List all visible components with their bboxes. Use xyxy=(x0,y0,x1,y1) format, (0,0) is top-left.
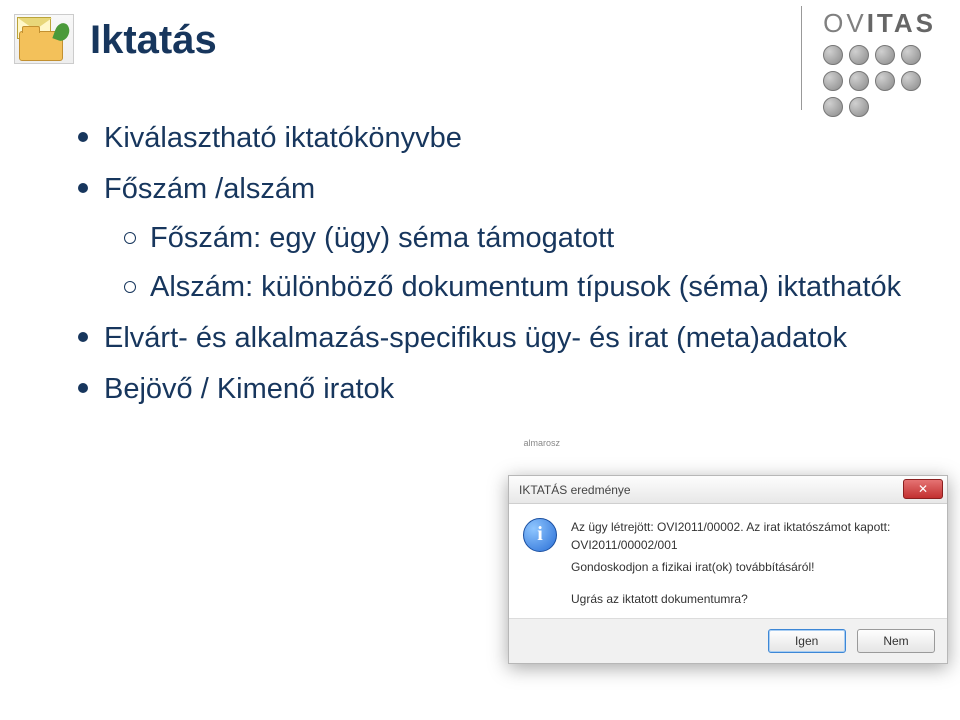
brand-dot xyxy=(901,45,921,65)
bullet-text: Bejövő / Kimenő iratok xyxy=(104,373,394,405)
bullet-text: Kiválasztható iktatókönyvbe xyxy=(104,122,462,154)
brand-dot xyxy=(823,45,843,65)
bullet-list: Kiválasztható iktatókönyvbe Főszám /alsz… xyxy=(78,116,918,418)
bullet-item: Főszám /alszám Főszám: egy (ügy) séma tá… xyxy=(78,167,918,310)
bullet-item: Bejövő / Kimenő iratok xyxy=(78,367,918,412)
dialog-message: Az ügy létrejött: OVI2011/00002. Az irat… xyxy=(571,518,933,608)
brand-dot xyxy=(849,45,869,65)
dialog-question: Ugrás az iktatott dokumentumra? xyxy=(571,590,933,608)
brand-logo-text: OVITAS xyxy=(823,8,936,39)
brand-dot xyxy=(875,71,895,91)
brand-logo-prefix: OV xyxy=(823,8,867,38)
brand-dot-grid xyxy=(823,45,936,119)
bullet-item: Kiválasztható iktatókönyvbe xyxy=(78,116,918,161)
result-dialog: IKTATÁS eredménye ✕ Az ügy létrejött: OV… xyxy=(508,475,948,664)
sub-bullet-text: Alszám: különböző dokumentum típusok (sé… xyxy=(150,271,901,303)
slide-topic-icon xyxy=(14,14,74,64)
brand-dot xyxy=(849,97,869,117)
page-title: Iktatás xyxy=(90,18,217,63)
background-small-label: almarosz xyxy=(523,438,560,448)
sub-bullet-text: Főszám: egy (ügy) séma támogatott xyxy=(150,222,614,254)
dialog-close-button[interactable]: ✕ xyxy=(903,479,943,499)
dialog-button-row: Igen Nem xyxy=(509,618,947,663)
dialog-titlebar: IKTATÁS eredménye ✕ xyxy=(509,476,947,504)
dialog-message-line2: Gondoskodjon a fizikai irat(ok) továbbít… xyxy=(571,558,933,576)
dialog-message-line1: Az ügy létrejött: OVI2011/00002. Az irat… xyxy=(571,518,933,554)
info-icon xyxy=(523,518,557,552)
dialog-no-button[interactable]: Nem xyxy=(857,629,935,653)
sub-bullet-item: Főszám: egy (ügy) séma támogatott xyxy=(104,216,918,261)
brand-dot xyxy=(875,45,895,65)
sub-bullet-item: Alszám: különböző dokumentum típusok (sé… xyxy=(104,265,918,310)
brand-dot xyxy=(823,71,843,91)
bullet-text: Főszám /alszám xyxy=(104,173,315,205)
bullet-item: Elvárt- és alkalmazás-specifikus ügy- és… xyxy=(78,316,918,361)
logo-divider xyxy=(801,6,802,110)
brand-dot xyxy=(823,97,843,117)
close-icon: ✕ xyxy=(918,482,928,496)
brand-logo: OVITAS xyxy=(823,8,936,119)
sub-bullet-list: Főszám: egy (ügy) séma támogatott Alszám… xyxy=(104,216,918,310)
bullet-text: Elvárt- és alkalmazás-specifikus ügy- és… xyxy=(104,322,847,354)
dialog-yes-button[interactable]: Igen xyxy=(768,629,846,653)
dialog-body: Az ügy létrejött: OVI2011/00002. Az irat… xyxy=(509,504,947,618)
brand-dot xyxy=(901,71,921,91)
brand-logo-bold: ITAS xyxy=(867,8,936,38)
dialog-title-text: IKTATÁS eredménye xyxy=(519,483,631,497)
brand-dot xyxy=(849,71,869,91)
